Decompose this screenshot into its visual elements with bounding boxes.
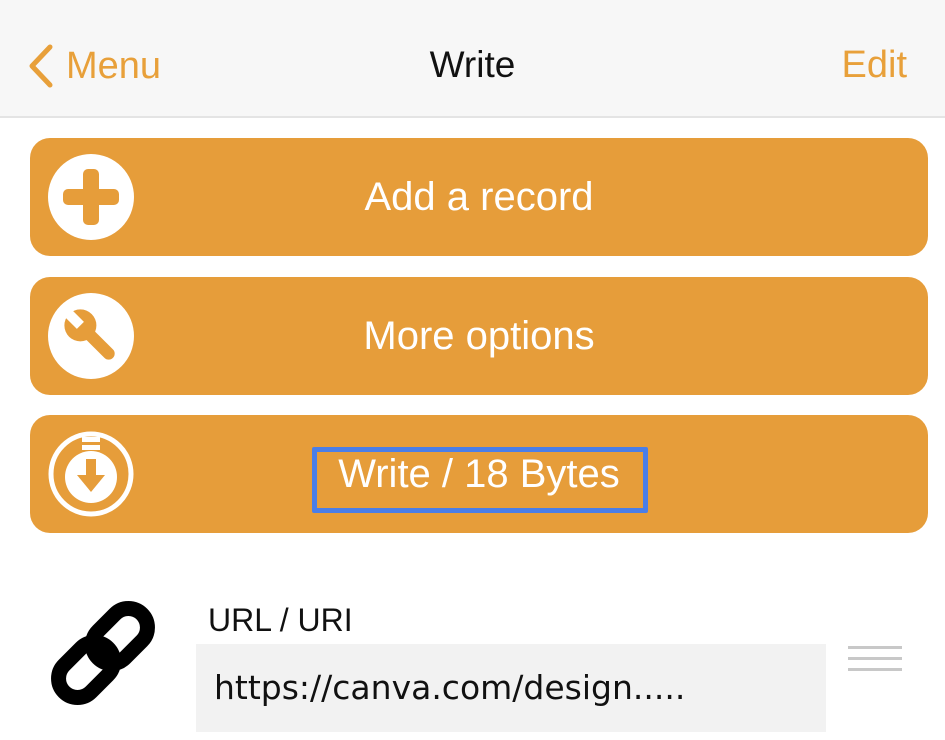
- edit-button[interactable]: Edit: [842, 44, 907, 87]
- record-row[interactable]: URL / URI https://canva.com/design.....: [0, 560, 945, 740]
- link-icon: [51, 601, 155, 705]
- add-record-label: Add a record: [364, 175, 594, 219]
- navigation-bar: Menu Write Edit: [0, 0, 945, 118]
- record-type-label: URL / URI: [208, 602, 353, 638]
- page-title: Write: [429, 44, 516, 85]
- more-options-label: More options: [363, 314, 595, 358]
- record-value: https://canva.com/design.....: [214, 668, 686, 707]
- record-value-field[interactable]: https://canva.com/design.....: [196, 644, 826, 732]
- drag-handle-icon[interactable]: [848, 644, 902, 674]
- more-options-button[interactable]: More options: [30, 277, 928, 395]
- write-label: Write / 18 Bytes: [338, 452, 620, 496]
- add-record-button[interactable]: Add a record: [30, 138, 928, 256]
- write-button[interactable]: Write / 18 Bytes: [30, 415, 928, 533]
